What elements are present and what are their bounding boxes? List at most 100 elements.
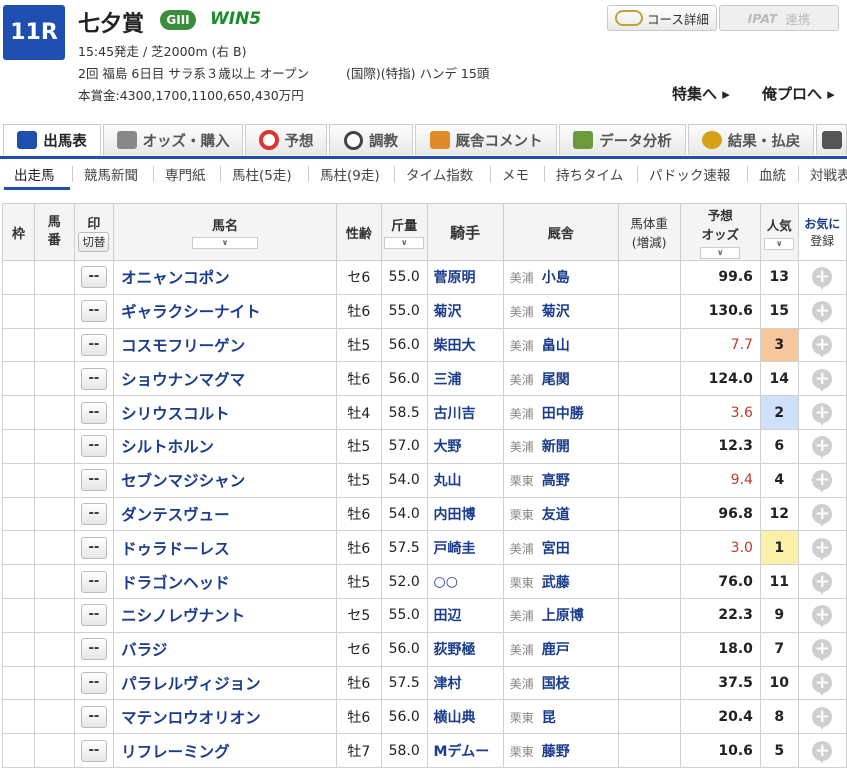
jockey-link[interactable]: 田辺 (426, 597, 504, 633)
tab-comment[interactable]: 厩舎コメント (415, 124, 557, 155)
horse-name-link[interactable]: オニャンコポン (113, 260, 337, 295)
add-favorite-icon[interactable]: + (812, 639, 833, 663)
jockey-link[interactable]: 大野 (426, 428, 504, 464)
mark-switch-button[interactable]: 切替 (78, 231, 110, 252)
jockey-link[interactable]: ○○ (426, 564, 504, 599)
horse-name-link[interactable]: コスモフリーゲン (113, 327, 337, 363)
trainer-link[interactable]: 友道 (534, 507, 570, 523)
trainer-link[interactable]: 高野 (534, 473, 570, 489)
mark-button[interactable]: -- (80, 367, 107, 390)
ipat-link-button[interactable]: IPAT 連携 (719, 5, 839, 31)
add-favorite-icon[interactable]: + (812, 334, 833, 358)
mark-button[interactable]: -- (80, 435, 107, 458)
tab-data[interactable]: データ分析 (559, 124, 686, 155)
jockey-link[interactable]: 内田博 (426, 496, 504, 532)
tab-more[interactable] (816, 124, 847, 155)
subtab-item[interactable]: メモ (502, 164, 529, 184)
trainer-link[interactable]: 畠山 (534, 338, 570, 354)
tab-result[interactable]: 結果・払戻 (688, 124, 814, 155)
add-favorite-icon[interactable]: + (812, 706, 833, 730)
tab-shutuba[interactable]: 出馬表 (3, 124, 101, 155)
add-favorite-icon[interactable]: + (812, 503, 833, 527)
trainer-link[interactable]: 新開 (534, 439, 570, 455)
jockey-link[interactable]: 戸崎圭 (426, 530, 504, 566)
add-favorite-icon[interactable]: + (812, 605, 833, 629)
trainer-link[interactable]: 田中勝 (534, 406, 584, 422)
horse-name-link[interactable]: ドゥラドーレス (113, 530, 337, 566)
col-horse[interactable]: 馬名 ∨ (113, 203, 337, 261)
add-favorite-icon[interactable]: + (812, 368, 833, 392)
add-favorite-icon[interactable]: + (812, 470, 833, 494)
mark-button[interactable]: -- (80, 401, 107, 424)
horse-name-link[interactable]: バラジ (113, 631, 337, 667)
horse-name-link[interactable]: ドラゴンヘッド (113, 564, 337, 599)
trainer-link[interactable]: 小島 (534, 270, 570, 286)
mark-button[interactable]: -- (80, 333, 107, 356)
trainer-link[interactable]: 菊沢 (534, 304, 570, 320)
subtab-item[interactable]: 血統 (759, 164, 786, 184)
col-pop[interactable]: 人気 ∨ (759, 203, 799, 261)
subtab-item[interactable]: タイム指数 (406, 164, 473, 184)
special-link[interactable]: 特集へ ▸ (672, 83, 730, 104)
jockey-link[interactable]: 柴田大 (426, 327, 504, 363)
jockey-link[interactable]: 横山典 (426, 699, 504, 735)
add-favorite-icon[interactable]: + (812, 740, 833, 764)
sort-horse-icon[interactable]: ∨ (191, 237, 258, 249)
mark-button[interactable]: -- (80, 502, 107, 525)
mark-button[interactable]: -- (80, 469, 107, 492)
jockey-link[interactable]: 荻野極 (426, 631, 504, 667)
jockey-link[interactable]: 菅原明 (426, 260, 504, 295)
horse-name-link[interactable]: シルトホルン (113, 428, 337, 464)
tab-odds[interactable]: オッズ・購入 (103, 124, 243, 155)
trainer-link[interactable]: 上原博 (534, 608, 584, 624)
subtab-item[interactable]: パドック速報 (649, 164, 730, 184)
trainer-link[interactable]: 武藤 (534, 575, 570, 591)
subtab-item[interactable]: 専門紙 (165, 164, 206, 184)
subtab-item[interactable]: 馬柱(5走) (232, 164, 292, 184)
sort-pop-icon[interactable]: ∨ (764, 237, 795, 250)
tab-chokyo[interactable]: 調教 (329, 124, 413, 155)
add-favorite-icon[interactable]: + (812, 267, 833, 291)
jockey-link[interactable]: 津村 (426, 665, 504, 701)
trainer-link[interactable]: 鹿戸 (534, 642, 570, 658)
horse-name-link[interactable]: ギャラクシーナイト (113, 293, 337, 329)
subtab-item[interactable]: 競馬新聞 (84, 164, 138, 184)
subtab-item[interactable]: 持ちタイム (556, 164, 623, 184)
add-favorite-icon[interactable]: + (812, 537, 833, 561)
horse-name-link[interactable]: マテンロウオリオン (113, 699, 337, 735)
sort-weight-icon[interactable]: ∨ (384, 237, 425, 249)
sort-odds-icon[interactable]: ∨ (700, 247, 741, 259)
mark-button[interactable]: -- (80, 266, 107, 289)
subtab-item[interactable]: 馬柱(9走) (320, 164, 380, 184)
trainer-link[interactable]: 尾関 (534, 372, 570, 388)
mark-button[interactable]: -- (80, 739, 107, 762)
jockey-link[interactable]: 三浦 (426, 361, 504, 397)
horse-name-link[interactable]: ショウナンマグマ (113, 361, 337, 397)
jockey-link[interactable]: 古川吉 (426, 395, 504, 430)
trainer-link[interactable]: 昆 (534, 710, 556, 726)
add-favorite-icon[interactable]: + (812, 301, 833, 325)
trainer-link[interactable]: 国枝 (534, 676, 570, 692)
jockey-link[interactable]: Mデムー (426, 733, 504, 768)
add-favorite-icon[interactable]: + (812, 436, 833, 460)
col-weight[interactable]: 斤量 ∨ (380, 203, 428, 261)
add-favorite-icon[interactable]: + (812, 672, 833, 696)
mark-button[interactable]: -- (80, 671, 107, 694)
jockey-link[interactable]: 菊沢 (426, 293, 504, 329)
tab-yosou[interactable]: 予想 (245, 124, 327, 155)
add-favorite-icon[interactable]: + (812, 571, 833, 595)
mark-button[interactable]: -- (80, 604, 107, 627)
horse-name-link[interactable]: セブンマジシャン (113, 462, 337, 498)
mark-button[interactable]: -- (80, 300, 107, 323)
course-detail-button[interactable]: コース詳細 (607, 5, 717, 31)
horse-name-link[interactable]: パラレルヴィジョン (113, 665, 337, 701)
col-odds[interactable]: 予想 オッズ ∨ (679, 203, 761, 261)
mark-button[interactable]: -- (80, 570, 107, 593)
trainer-link[interactable]: 宮田 (534, 541, 570, 557)
add-favorite-icon[interactable]: + (812, 402, 833, 426)
oreport-link[interactable]: 俺プロへ ▸ (762, 83, 835, 104)
mark-button[interactable]: -- (80, 638, 107, 661)
horse-name-link[interactable]: リフレーミング (113, 733, 337, 768)
subtab-item[interactable]: 対戦表 (810, 164, 847, 184)
subtab-item[interactable]: 出走馬 (14, 164, 55, 184)
